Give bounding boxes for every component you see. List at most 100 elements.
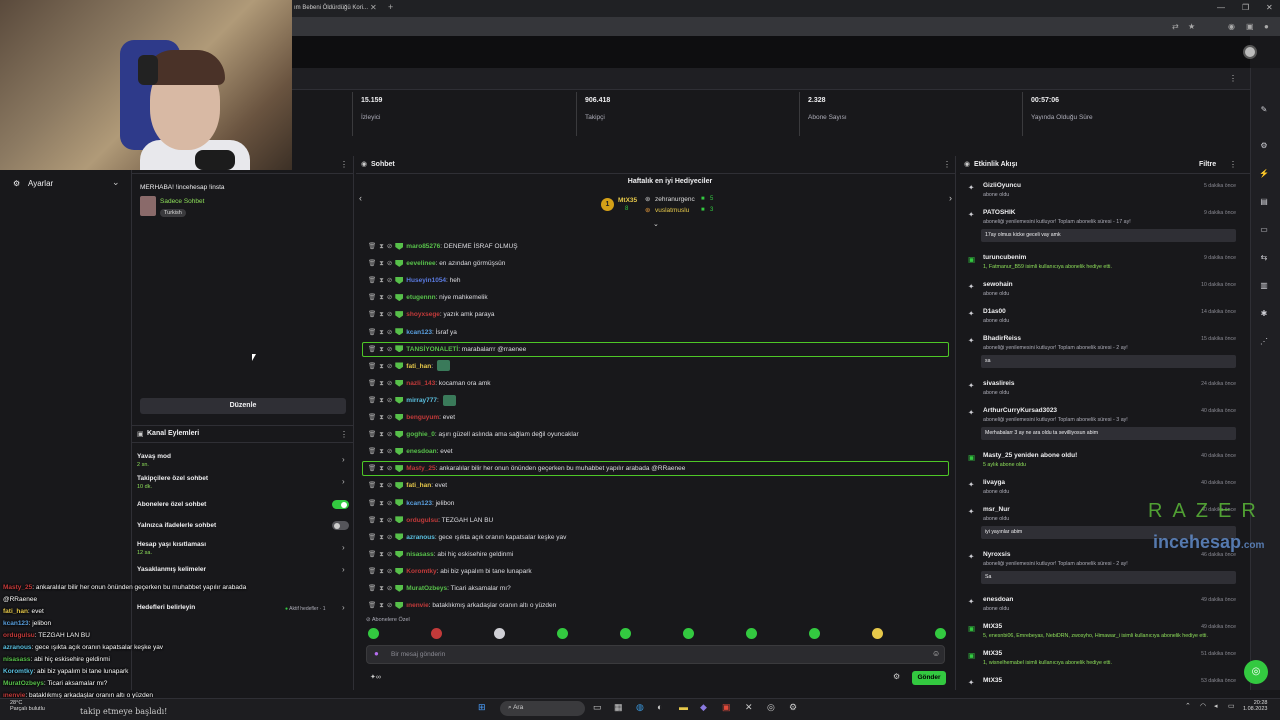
timeout-icon[interactable]: ⧗ [379,482,384,489]
folder-icon[interactable]: ▬ [679,702,688,712]
delete-icon[interactable]: 🗑 [368,329,376,336]
tab-close-icon[interactable]: ✕ [370,3,377,12]
channel-points-icon[interactable]: ✦∞ [370,673,381,681]
event-user[interactable]: D1as00 [983,308,1006,315]
event-user[interactable]: BhadirReiss [983,335,1021,342]
sub-emote-icon[interactable] [494,628,505,639]
timeout-icon[interactable]: ⧗ [379,414,384,421]
task-view-icon[interactable]: ▭ [593,702,602,713]
ban-icon[interactable]: ⊘ [387,551,392,558]
chat-username[interactable]: shoyxsege [406,311,440,318]
event-user[interactable]: Nyroxsis [983,551,1010,558]
media-icon[interactable]: ▣ [722,702,731,713]
chat-username[interactable]: Masty_25 [406,465,435,472]
timeout-icon[interactable]: ⧗ [379,311,384,318]
minimize-icon[interactable]: — [1217,3,1225,12]
volume-icon[interactable]: ◂ [1214,702,1218,710]
emote-picker-icon[interactable]: ● [374,649,379,658]
taskbar-search[interactable]: ⌕ Ara [500,701,585,716]
chevron-left-icon[interactable]: ‹ [359,193,362,203]
chevron-right-icon[interactable]: › [342,565,345,574]
ban-icon[interactable]: ⊘ [387,397,392,404]
timeout-icon[interactable]: ⧗ [379,277,384,284]
event-user[interactable]: MtX35 [983,677,1002,684]
ban-icon[interactable]: ⊘ [387,243,392,250]
start-icon[interactable]: ⊞ [478,702,486,713]
chat-username[interactable]: Koromtky [406,568,436,575]
chat-username[interactable]: nisasass [406,551,433,558]
chat-menu-icon[interactable]: ⋮ [943,160,951,169]
chevron-down-icon[interactable]: ⌄ [653,220,659,228]
chat-username[interactable]: benguyum [406,414,439,421]
timeout-icon[interactable]: ⧗ [379,294,384,301]
event-user[interactable]: msr_Nur [983,506,1010,513]
chat-username[interactable]: mirray777 [406,397,437,404]
ban-icon[interactable]: ⊘ [387,534,392,541]
delete-icon[interactable]: 🗑 [368,346,376,353]
ban-icon[interactable]: ⊘ [387,568,392,575]
ban-icon[interactable]: ⊘ [387,380,392,387]
user-avatar[interactable] [1243,45,1257,59]
ban-icon[interactable]: ⊘ [387,517,392,524]
timeout-icon[interactable]: ⧗ [379,517,384,524]
event-user[interactable]: sewohain [983,281,1013,288]
delete-icon[interactable]: 🗑 [368,500,376,507]
event-user[interactable]: Masty_25 yeniden abone oldu! [983,452,1077,459]
ban-icon[interactable]: ⊘ [387,329,392,336]
new-tab-icon[interactable]: + [388,2,393,12]
chat-username[interactable]: fati_han [406,363,431,370]
timeout-icon[interactable]: ⧗ [379,431,384,438]
timeout-icon[interactable]: ⧗ [379,329,384,336]
wifi-icon[interactable]: ◠ [1200,702,1206,710]
subscribers-only-toggle[interactable] [332,500,349,509]
tray-arrow-icon[interactable]: ⌃ [1185,702,1191,710]
settings-app-icon[interactable]: ⚙ [789,702,797,713]
chat-username[interactable]: nazli_143 [406,380,435,387]
chat-username[interactable]: ordugulsu [406,517,438,524]
chat-username[interactable]: goghie_0 [406,431,435,438]
banned-words-label[interactable]: Yasaklanmış kelimeler [137,566,206,573]
delete-icon[interactable]: 🗑 [368,260,376,267]
chat-username[interactable]: azranous [406,534,435,541]
channel-actions-menu-icon[interactable]: ⋮ [340,430,348,439]
timeout-icon[interactable]: ⧗ [379,448,384,455]
sub-emote-icon[interactable] [620,628,631,639]
app-icon[interactable]: ▦ [614,702,623,713]
ban-icon[interactable]: ⊘ [387,602,392,609]
sidebar-icon[interactable]: ▣ [1246,22,1254,31]
bookmark-star-icon[interactable]: ★ [1188,22,1195,31]
timeout-icon[interactable]: ⧗ [379,568,384,575]
sub-emote-icon[interactable] [683,628,694,639]
ban-icon[interactable]: ⊘ [387,311,392,318]
delete-icon[interactable]: 🗑 [368,397,376,404]
pinned-menu-icon[interactable]: ⋮ [340,160,348,169]
weather-widget[interactable]: 28°C Parçalı bulutlu [10,700,45,712]
browser-tab[interactable]: ım Bebeni Öldürdüğü Kori... [290,1,380,16]
profile-icon[interactable]: ● [1264,22,1269,31]
ban-icon[interactable]: ⊘ [387,363,392,370]
settings-icon[interactable]: ⚙ [1257,141,1271,153]
notification-icon[interactable]: ▭ [1228,702,1235,710]
edit-icon[interactable]: ✎ [1257,105,1271,117]
filter-button[interactable]: Filtre [1199,161,1216,168]
document-icon[interactable]: ▤ [1257,197,1271,209]
timeout-icon[interactable]: ⧗ [379,465,384,472]
ban-icon[interactable]: ⊘ [387,346,392,353]
swap-icon[interactable]: ⇆ [1257,253,1271,265]
chat-bubble-icon[interactable]: ▭ [1257,225,1271,237]
sub-emote-icon[interactable] [557,628,568,639]
delete-icon[interactable]: 🗑 [368,431,376,438]
followers-only-label[interactable]: Takipçilere özel sohbet [137,475,208,482]
ban-icon[interactable]: ⊘ [387,465,392,472]
settings-label[interactable]: Ayarlar [28,179,53,188]
close-window-icon[interactable]: ✕ [1266,3,1273,12]
emote-only-toggle[interactable] [332,521,349,530]
event-user[interactable]: PATOSHIK [983,209,1016,216]
delete-icon[interactable]: 🗑 [368,568,376,575]
account-age-label[interactable]: Hesap yaşı kısıtlaması [137,541,206,548]
chevron-right-icon[interactable]: › [342,543,345,552]
timeout-icon[interactable]: ⧗ [379,346,384,353]
chat-input[interactable] [366,645,945,664]
delete-icon[interactable]: 🗑 [368,414,376,421]
event-user[interactable]: sivaslireis [983,380,1014,387]
